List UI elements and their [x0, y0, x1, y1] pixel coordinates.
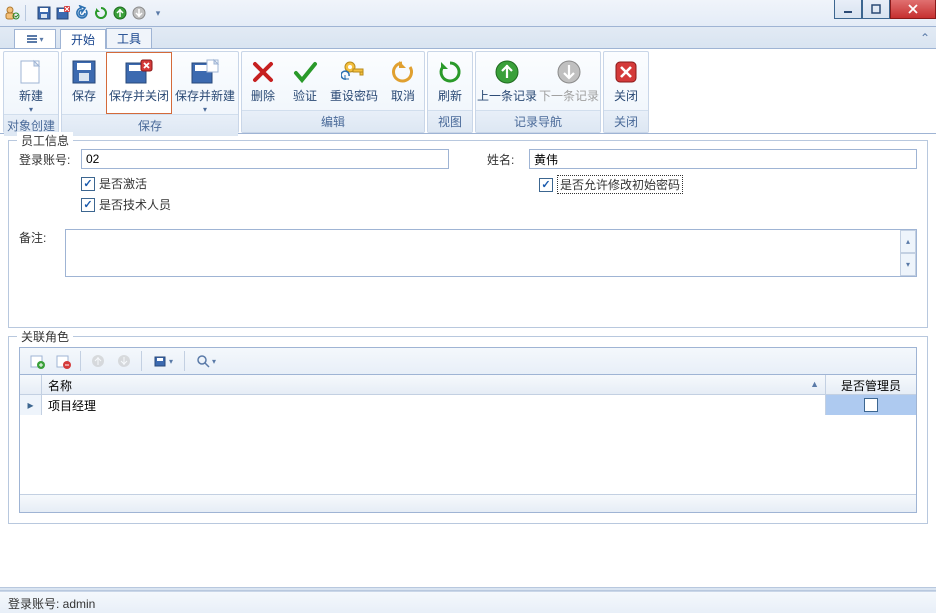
next-record-button: 下一条记录 — [538, 52, 600, 110]
role-export-button[interactable]: ▾ — [146, 350, 180, 372]
name-label: 姓名: — [487, 151, 525, 168]
status-text: 登录账号: admin — [8, 597, 95, 611]
arrow-down-icon — [553, 56, 585, 88]
ribbon-tabstrip: ▾ 开始 工具 ⌃ — [0, 27, 936, 49]
row-indicator-icon: ▸ — [20, 395, 42, 415]
name-input[interactable] — [529, 149, 917, 169]
refresh-icon — [434, 56, 466, 88]
remark-scroll-down[interactable]: ▾ — [900, 253, 916, 276]
role-prev-button — [85, 350, 111, 372]
tech-checkbox[interactable]: ✓是否技术人员 — [81, 196, 459, 213]
chevron-down-icon: ▾ — [29, 105, 33, 114]
reset-password-button[interactable]: 重设密码 — [326, 52, 382, 110]
qat-next-icon[interactable] — [131, 5, 147, 21]
list-icon — [26, 34, 38, 44]
role-search-button[interactable]: ▾ — [189, 350, 223, 372]
employee-legend: 员工信息 — [17, 132, 73, 149]
cell-admin[interactable] — [826, 395, 916, 415]
allowpwd-checkbox[interactable]: ✓是否允许修改初始密码 — [539, 175, 917, 194]
window-titlebar: ▾ — [0, 0, 936, 27]
grid-corner — [20, 375, 42, 395]
close-icon — [610, 56, 642, 88]
role-delete-button[interactable] — [50, 350, 76, 372]
undo-icon — [387, 56, 419, 88]
remark-textarea[interactable] — [65, 229, 917, 277]
close-button[interactable]: 关闭 — [604, 52, 648, 110]
save-new-button[interactable]: 保存并新建 ▾ — [172, 52, 238, 114]
ribbon: 新建 ▾ 对象创建 保存 保存并关闭 保存并新建 ▾ 保存 — [0, 49, 936, 134]
save-close-icon — [123, 56, 155, 88]
save-button[interactable]: 保存 — [62, 52, 106, 114]
window-maximize-button[interactable] — [862, 0, 890, 19]
refresh-button[interactable]: 刷新 — [428, 52, 472, 110]
status-bar: 登录账号: admin — [0, 591, 936, 613]
save-icon — [68, 56, 100, 88]
file-menu-button[interactable]: ▾ — [14, 29, 56, 48]
prev-record-button[interactable]: 上一条记录 — [476, 52, 538, 110]
cell-name[interactable]: 项目经理 — [42, 395, 826, 415]
qat-save-close-icon[interactable] — [55, 5, 71, 21]
qat-refresh-icon[interactable] — [93, 5, 109, 21]
roles-toolbar: ▾ ▾ — [19, 347, 917, 375]
new-icon — [15, 56, 47, 88]
col-admin-header[interactable]: 是否管理员 — [826, 375, 916, 395]
login-input[interactable] — [81, 149, 449, 169]
group-label-save: 保存 — [62, 114, 238, 136]
role-add-button[interactable] — [24, 350, 50, 372]
roles-fieldset: 关联角色 ▾ ▾ 名称▲ 是否管理员 ▸ 项目经理 — [8, 336, 928, 524]
client-area: 员工信息 登录账号: 姓名: ✓是否激活 ✓是否技术人员 ✓是否允许修改初始密码 — [0, 134, 936, 524]
roles-grid[interactable]: 名称▲ 是否管理员 ▸ 项目经理 — [19, 375, 917, 513]
group-label-nav: 记录导航 — [476, 110, 600, 132]
roles-legend: 关联角色 — [17, 328, 73, 345]
tab-tools[interactable]: 工具 — [106, 28, 152, 48]
new-button[interactable]: 新建 ▾ — [4, 52, 58, 114]
qat-dropdown-icon[interactable]: ▾ — [150, 5, 166, 21]
key-icon — [338, 56, 370, 88]
arrow-up-icon — [491, 56, 523, 88]
grid-footer — [20, 494, 916, 512]
group-label-edit: 编辑 — [242, 110, 424, 132]
delete-button[interactable]: 删除 — [242, 52, 284, 110]
active-checkbox[interactable]: ✓是否激活 — [81, 175, 459, 192]
group-label-close: 关闭 — [604, 110, 648, 132]
qat-prev-icon[interactable] — [112, 5, 128, 21]
qat-separator — [25, 5, 31, 21]
login-label: 登录账号: — [19, 151, 77, 168]
cancel-button[interactable]: 取消 — [382, 52, 424, 110]
chevron-down-icon: ▾ — [203, 105, 207, 114]
window-close-button[interactable] — [890, 0, 936, 19]
app-icon — [4, 5, 20, 21]
ribbon-collapse-icon[interactable]: ⌃ — [920, 31, 930, 45]
delete-icon — [247, 56, 279, 88]
tab-start[interactable]: 开始 — [60, 29, 106, 49]
remark-scroll-up[interactable]: ▴ — [900, 230, 916, 253]
qat-undo-icon[interactable] — [74, 5, 90, 21]
role-next-button — [111, 350, 137, 372]
employee-fieldset: 员工信息 登录账号: 姓名: ✓是否激活 ✓是否技术人员 ✓是否允许修改初始密码 — [8, 140, 928, 328]
remark-label: 备注: — [19, 229, 59, 246]
grid-empty-area — [20, 415, 916, 494]
group-label-view: 视图 — [428, 110, 472, 132]
qat-save-icon[interactable] — [36, 5, 52, 21]
col-name-header[interactable]: 名称▲ — [42, 375, 826, 395]
validate-button[interactable]: 验证 — [284, 52, 326, 110]
save-new-icon — [189, 56, 221, 88]
sort-asc-icon: ▲ — [810, 379, 819, 389]
save-close-button[interactable]: 保存并关闭 — [106, 52, 172, 114]
check-icon — [289, 56, 321, 88]
window-minimize-button[interactable] — [834, 0, 862, 19]
table-row[interactable]: ▸ 项目经理 — [20, 395, 916, 415]
